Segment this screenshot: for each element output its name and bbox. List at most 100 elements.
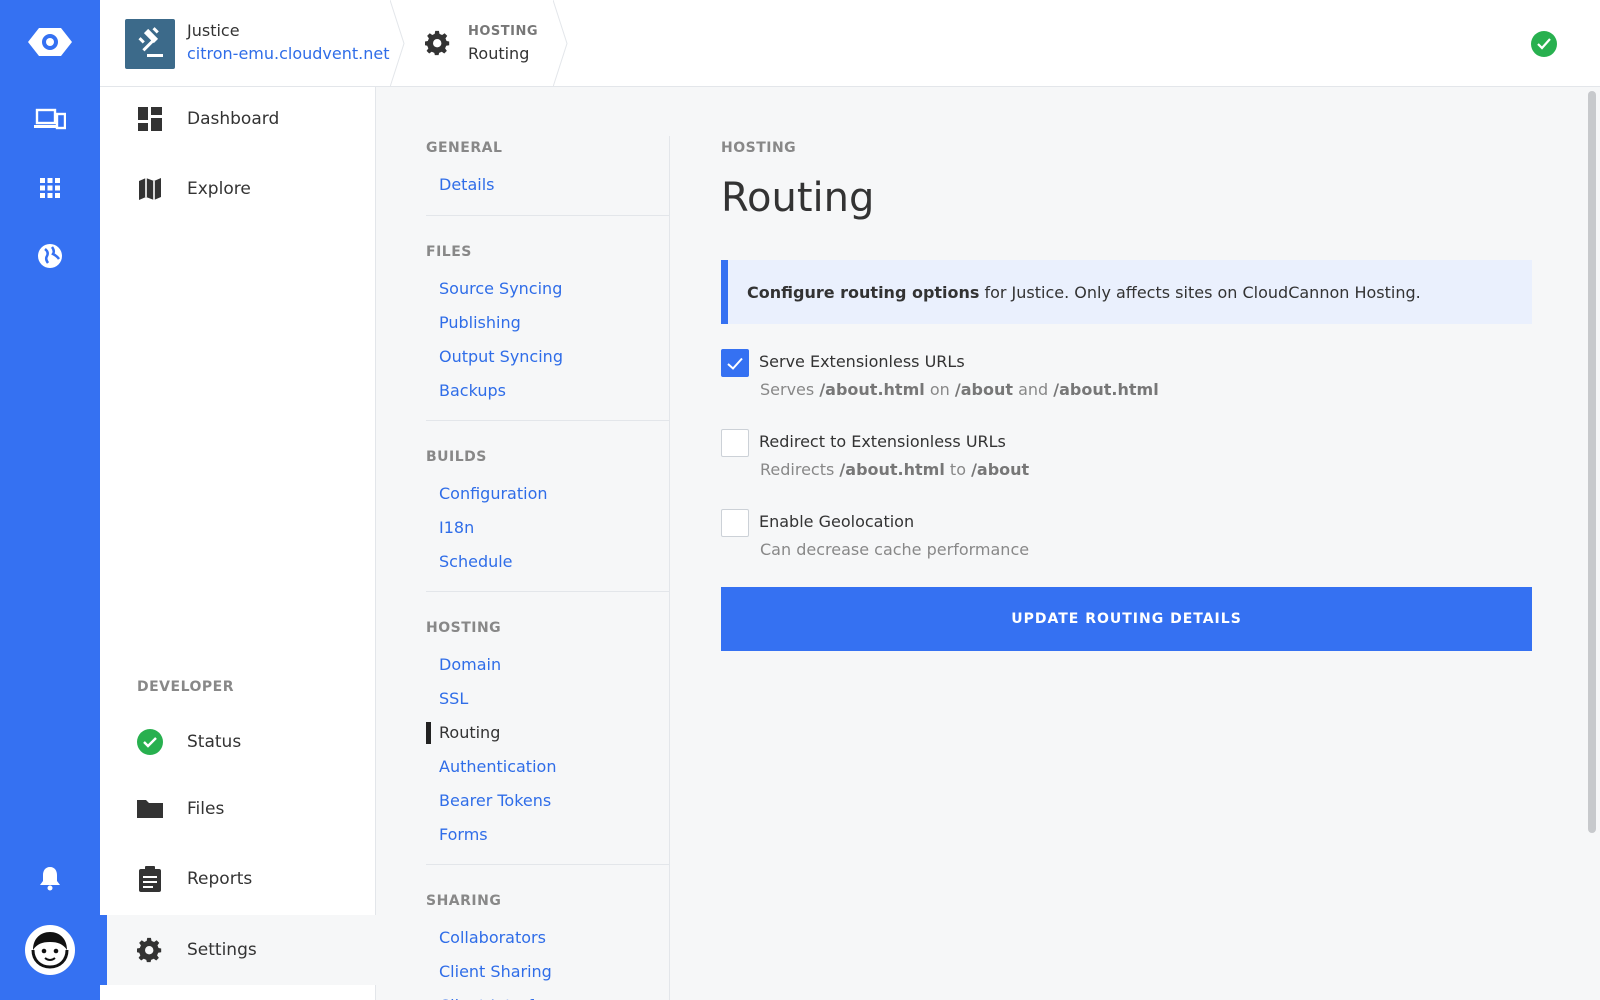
- status-check-icon: [137, 729, 163, 755]
- settings-link-ssl[interactable]: SSL: [426, 682, 670, 716]
- divider: [426, 591, 670, 592]
- callout-strong: Configure routing options: [747, 282, 980, 302]
- option-serve-extensionless: Serve Extensionless URLs Serves /about.h…: [721, 349, 1532, 403]
- settings-link-configuration[interactable]: Configuration: [426, 477, 670, 511]
- redirect-extensionless-checkbox[interactable]: [721, 429, 749, 457]
- nav-status[interactable]: Status: [100, 710, 376, 774]
- settings-link-schedule[interactable]: Schedule: [426, 545, 670, 579]
- folder-icon: [137, 796, 163, 822]
- settings-link-bearer-tokens[interactable]: Bearer Tokens: [426, 784, 670, 818]
- option-label[interactable]: Serve Extensionless URLs: [759, 352, 965, 371]
- devices-icon[interactable]: [0, 90, 100, 150]
- breadcrumb-title: Routing: [468, 44, 530, 63]
- option-label[interactable]: Enable Geolocation: [759, 512, 914, 531]
- enable-geolocation-checkbox[interactable]: [721, 509, 749, 537]
- scrollbar-thumb[interactable]: [1588, 91, 1596, 833]
- settings-link-backups[interactable]: Backups: [426, 374, 670, 408]
- nav-settings[interactable]: Settings: [100, 915, 376, 985]
- dashboard-icon: [137, 106, 163, 132]
- settings-group-files: FILES Source Syncing Publishing Output S…: [426, 240, 670, 408]
- gear-icon: [137, 937, 163, 963]
- settings-group-builds: BUILDS Configuration I18n Schedule: [426, 445, 670, 579]
- settings-link-output-syncing[interactable]: Output Syncing: [426, 340, 670, 374]
- page-title: Routing: [721, 175, 875, 221]
- settings-nav: GENERAL Details FILES Source Syncing Pub…: [426, 136, 670, 1000]
- nav-dashboard[interactable]: Dashboard: [100, 87, 376, 151]
- section-eyebrow: HOSTING: [721, 140, 797, 156]
- option-redirect-extensionless: Redirect to Extensionless URLs Redirects…: [721, 429, 1532, 483]
- settings-link-routing[interactable]: Routing: [426, 716, 670, 750]
- callout-text: for Justice. Only affects sites on Cloud…: [984, 282, 1421, 302]
- help-text: Redirects: [760, 460, 835, 479]
- nav-status-label: Status: [187, 732, 242, 752]
- help-text: and: [1018, 380, 1049, 399]
- checkmark-icon: [727, 357, 743, 370]
- routing-settings-panel: HOSTING Routing Configure routing option…: [721, 136, 1532, 651]
- help-path: /about.html: [819, 380, 925, 399]
- breadcrumb-site[interactable]: Justice citron-emu.cloudvent.net: [100, 0, 395, 87]
- nav-files-label: Files: [187, 799, 225, 819]
- help-text: Can decrease cache performance: [760, 540, 1030, 559]
- settings-link-authentication[interactable]: Authentication: [426, 750, 670, 784]
- help-path: /about.html: [1053, 380, 1159, 399]
- nav-explore-label: Explore: [187, 179, 251, 199]
- top-bar: Justice citron-emu.cloudvent.net HOSTING…: [100, 0, 1600, 87]
- settings-link-client-interface[interactable]: Client Interf...: [426, 989, 670, 1000]
- breadcrumb-section: HOSTING: [468, 24, 539, 39]
- option-enable-geolocation: Enable Geolocation Can decrease cache pe…: [721, 509, 1532, 563]
- settings-link-collaborators[interactable]: Collaborators: [426, 921, 670, 955]
- option-help: Serves /about.html on /about and /about.…: [760, 380, 1159, 399]
- settings-link-domain[interactable]: Domain: [426, 648, 670, 682]
- help-text: Serves: [760, 380, 815, 399]
- divider: [426, 864, 670, 865]
- settings-link-details[interactable]: Details: [426, 168, 670, 202]
- divider: [426, 215, 670, 216]
- user-avatar[interactable]: [25, 925, 75, 975]
- help-path: /about: [954, 380, 1013, 399]
- gear-icon: [425, 30, 450, 56]
- settings-group-heading: BUILDS: [426, 449, 487, 465]
- site-name: Justice: [187, 21, 240, 40]
- nav-files[interactable]: Files: [100, 777, 376, 841]
- option-help: Can decrease cache performance: [760, 540, 1029, 559]
- sync-status-check-icon[interactable]: [1531, 31, 1557, 57]
- help-path: /about: [971, 460, 1030, 479]
- help-text: to: [949, 460, 966, 479]
- settings-link-source-syncing[interactable]: Source Syncing: [426, 272, 670, 306]
- apps-grid-icon[interactable]: [0, 158, 100, 218]
- nav-reports-label: Reports: [187, 869, 253, 889]
- info-callout: Configure routing options for Justice. O…: [721, 260, 1532, 324]
- breadcrumb-separator: [390, 0, 405, 87]
- breadcrumb-page[interactable]: HOSTING Routing: [410, 0, 570, 87]
- settings-group-heading: HOSTING: [426, 620, 502, 636]
- developer-heading: DEVELOPER: [137, 679, 235, 695]
- site-gavel-icon: [125, 19, 175, 69]
- notifications-bell-icon[interactable]: [0, 848, 100, 908]
- nav-explore[interactable]: Explore: [100, 157, 376, 221]
- nav-reports[interactable]: Reports: [100, 847, 376, 911]
- nav-dashboard-label: Dashboard: [187, 109, 280, 129]
- globe-icon[interactable]: [0, 226, 100, 286]
- site-url-link[interactable]: citron-emu.cloudvent.net: [187, 44, 390, 63]
- help-text: on: [929, 380, 950, 399]
- clipboard-icon: [137, 866, 163, 892]
- settings-link-publishing[interactable]: Publishing: [426, 306, 670, 340]
- settings-group-sharing: SHARING Collaborators Client Sharing Cli…: [426, 889, 670, 1000]
- settings-group-general: GENERAL Details: [426, 136, 670, 202]
- option-label[interactable]: Redirect to Extensionless URLs: [759, 432, 1006, 451]
- settings-link-forms[interactable]: Forms: [426, 818, 670, 852]
- settings-link-i18n[interactable]: I18n: [426, 511, 670, 545]
- settings-group-heading: SHARING: [426, 893, 502, 909]
- scrollbar[interactable]: [1584, 87, 1600, 1000]
- primary-nav: Dashboard Explore DEVELOPER Status Files…: [100, 87, 376, 1000]
- settings-group-heading: GENERAL: [426, 140, 503, 156]
- option-help: Redirects /about.html to /about: [760, 460, 1029, 479]
- settings-group-hosting: HOSTING Domain SSL Routing Authenticatio…: [426, 616, 670, 852]
- cloudcannon-logo-icon[interactable]: [0, 12, 100, 72]
- map-icon: [137, 176, 163, 202]
- app-rail: [0, 0, 100, 1000]
- settings-link-client-sharing[interactable]: Client Sharing: [426, 955, 670, 989]
- update-routing-button[interactable]: UPDATE ROUTING DETAILS: [721, 587, 1532, 651]
- divider: [426, 420, 670, 421]
- serve-extensionless-checkbox[interactable]: [721, 349, 749, 377]
